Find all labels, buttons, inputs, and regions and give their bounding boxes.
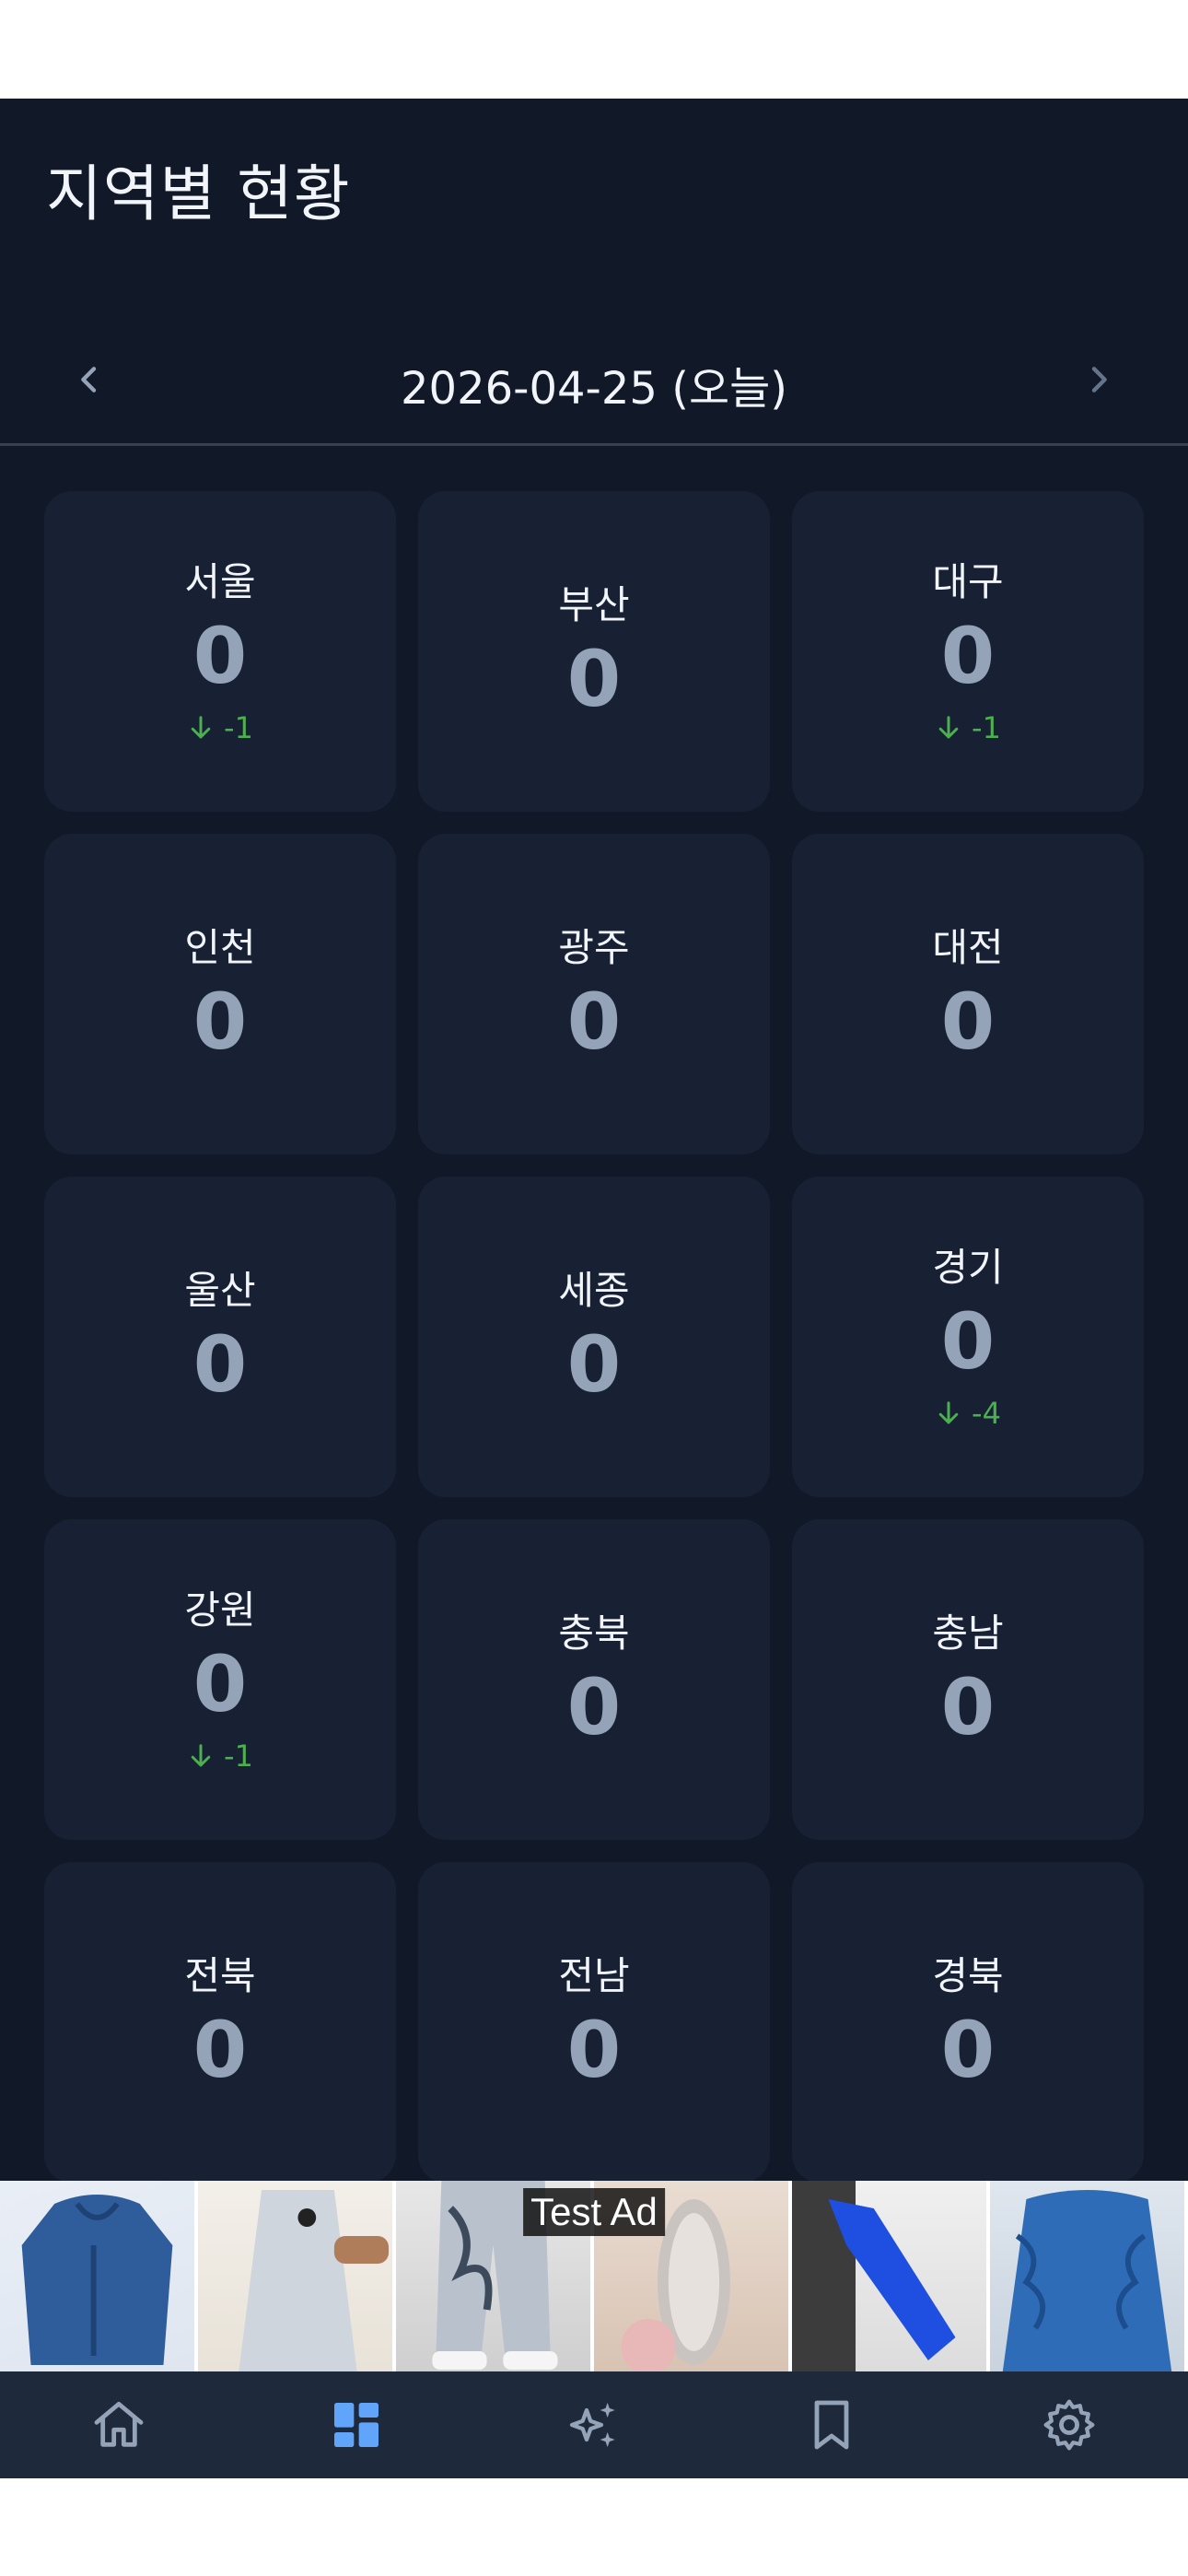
region-name: 인천	[184, 925, 256, 970]
sparkles-icon	[569, 2403, 615, 2447]
region-value: 0	[566, 1319, 622, 1410]
arrow-down-icon	[938, 716, 959, 739]
bottom-navigation	[0, 2371, 1188, 2478]
region-value: 0	[940, 1296, 996, 1387]
arrow-down-icon	[191, 1744, 211, 1767]
region-name: 충남	[932, 1610, 1004, 1656]
region-card-jeonbuk[interactable]: 전북 0	[44, 1862, 396, 2183]
ad-image-hoodie	[0, 2181, 198, 2371]
delta-value: -1	[224, 710, 253, 745]
region-card-daejeon[interactable]: 대전 0	[792, 834, 1144, 1154]
bookmark-icon	[814, 2400, 849, 2450]
region-name: 강원	[184, 1587, 256, 1633]
region-value: 0	[192, 611, 248, 701]
region-card-ulsan[interactable]: 울산 0	[44, 1177, 396, 1497]
date-label: 2026-04-25 (오늘)	[401, 363, 787, 415]
system-gesture-area	[0, 2478, 1188, 2576]
region-name: 울산	[184, 1268, 256, 1313]
nav-settings[interactable]	[1014, 2379, 1124, 2471]
region-card-daegu[interactable]: 대구 0 -1	[792, 491, 1144, 812]
delta-value: -1	[972, 710, 1001, 745]
region-value: 0	[566, 2005, 622, 2095]
region-value: 0	[192, 977, 248, 1067]
region-card-chungnam[interactable]: 충남 0	[792, 1519, 1144, 1840]
ad-image-jacket	[990, 2181, 1188, 2371]
ad-banner[interactable]: Test Ad	[0, 2181, 1188, 2371]
page-title: 지역별 현황	[46, 158, 351, 229]
region-name: 전남	[558, 1953, 630, 1998]
region-card-chungbuk[interactable]: 충북 0	[418, 1519, 770, 1840]
nav-dashboard[interactable]	[301, 2379, 412, 2471]
region-card-gangwon[interactable]: 강원 0 -1	[44, 1519, 396, 1840]
region-delta: -1	[935, 709, 1001, 746]
region-delta: -4	[935, 1395, 1001, 1432]
region-delta: -1	[187, 1738, 253, 1774]
region-name: 대구	[932, 559, 1004, 604]
app-screen: 지역별 현황 2026-04-25 (오늘) 서울 0 -1 부산 0 대구 0…	[0, 99, 1188, 2478]
region-value: 0	[940, 2005, 996, 2095]
region-card-gyeongbuk[interactable]: 경북 0	[792, 1862, 1144, 2183]
delta-value: -4	[972, 1396, 1001, 1431]
nav-sparkles[interactable]	[539, 2379, 649, 2471]
region-card-incheon[interactable]: 인천 0	[44, 834, 396, 1154]
ad-label: Test Ad	[523, 2188, 665, 2236]
region-value: 0	[940, 977, 996, 1067]
region-name: 세종	[558, 1268, 630, 1313]
region-card-gyeonggi[interactable]: 경기 0 -4	[792, 1177, 1144, 1497]
region-card-busan[interactable]: 부산 0	[418, 491, 770, 812]
settings-icon	[1043, 2399, 1095, 2451]
region-value: 0	[566, 634, 622, 724]
region-name: 충북	[558, 1610, 630, 1656]
home-icon	[94, 2401, 144, 2447]
date-navigator: 2026-04-25 (오늘)	[0, 310, 1188, 449]
region-value: 0	[566, 1662, 622, 1752]
region-value: 0	[566, 977, 622, 1067]
region-name: 경기	[932, 1245, 1004, 1290]
region-card-sejong[interactable]: 세종 0	[418, 1177, 770, 1497]
region-name: 광주	[558, 925, 630, 970]
region-card-gwangju[interactable]: 광주 0	[418, 834, 770, 1154]
arrow-down-icon	[938, 1401, 959, 1424]
status-bar	[0, 0, 1188, 99]
region-name: 전북	[184, 1953, 256, 1998]
region-name: 경북	[932, 1953, 1004, 1998]
nav-bookmarks[interactable]	[776, 2379, 887, 2471]
delta-value: -1	[224, 1739, 253, 1774]
region-card-jeonnam[interactable]: 전남 0	[418, 1862, 770, 2183]
dashboard-icon	[334, 2403, 379, 2447]
region-value: 0	[192, 1319, 248, 1410]
region-delta: -1	[187, 709, 253, 746]
region-value: 0	[940, 1662, 996, 1752]
region-card-seoul[interactable]: 서울 0 -1	[44, 491, 396, 812]
region-value: 0	[940, 611, 996, 701]
region-name: 대전	[932, 925, 1004, 970]
chevron-right-icon	[1091, 367, 1107, 392]
region-value: 0	[192, 1639, 248, 1729]
ad-image-dress	[198, 2181, 396, 2371]
region-name: 서울	[184, 559, 256, 604]
nav-home[interactable]	[64, 2379, 174, 2471]
region-value: 0	[192, 2005, 248, 2095]
region-grid: 서울 0 -1 부산 0 대구 0 -1 인천 0 광주 0 대전 0 울산 0…	[44, 491, 1144, 2183]
next-date-button[interactable]	[1057, 338, 1140, 421]
ad-image-gloves	[792, 2181, 990, 2371]
region-name: 부산	[558, 582, 630, 627]
divider	[0, 443, 1188, 446]
arrow-down-icon	[191, 716, 211, 739]
